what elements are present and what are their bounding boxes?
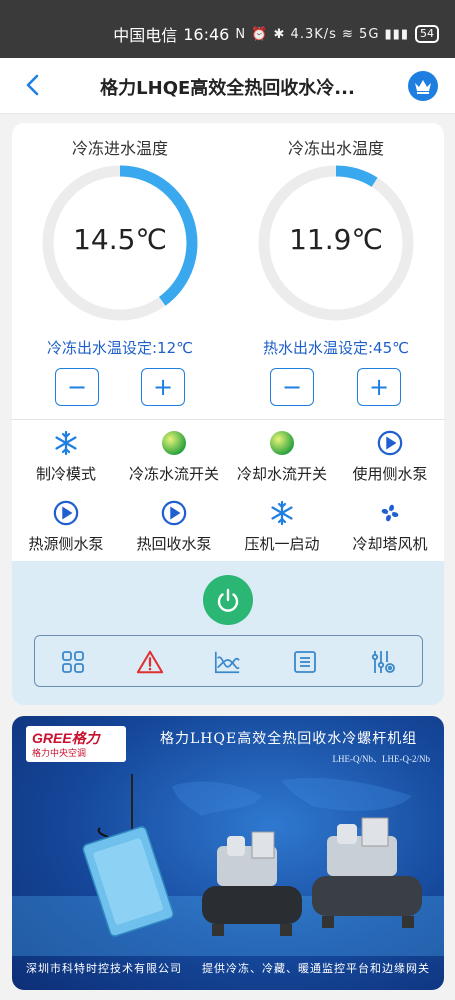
gauge-outlet-temp: 冷冻出水温度 11.9℃ 热水出水温设定:45℃ − +	[228, 123, 444, 423]
banner-title: 格力LHQE高效全热回收水冷螺杆机组	[160, 731, 418, 747]
gauge-value: 11.9℃	[289, 223, 383, 256]
promo-banner[interactable]: GREE格力 格力中央空调 格力LHQE高效全热回收水冷螺杆机组 LHE-Q/N…	[12, 716, 444, 990]
setpoint-hot-water-outlet: 热水出水温设定:45℃	[263, 339, 409, 357]
gauge-label: 冷冻进水温度	[71, 139, 168, 158]
increase-button[interactable]: +	[141, 368, 185, 406]
status-label: 制冷模式	[35, 465, 96, 483]
crown-icon	[415, 80, 431, 94]
status-label: 冷冻水流开关	[128, 465, 219, 483]
status-grid: 制冷模式 冷冻水流开关 冷却水流开关 使用侧水泵 热源侧水泵 热回收水泵 压机一…	[12, 426, 444, 562]
status-label: 冷却水流开关	[236, 465, 327, 483]
toolbar	[34, 635, 423, 687]
status-user-side-pump: 使用侧水泵	[336, 426, 444, 490]
logo-subtext: 格力中央空调	[32, 749, 87, 759]
settings-button[interactable]	[369, 648, 397, 676]
list-icon	[294, 651, 316, 673]
pump-icon	[377, 430, 403, 456]
status-label: 热源侧水泵	[28, 535, 104, 553]
status-label: 使用侧水泵	[352, 465, 428, 483]
divider	[12, 419, 444, 420]
status-heat-recovery-pump: 热回收水泵	[120, 496, 228, 560]
decrease-button[interactable]: −	[55, 368, 99, 406]
status-label: 热回收水泵	[136, 535, 212, 553]
gree-logo: GREE格力 格力中央空调	[26, 726, 126, 762]
control-panel	[12, 561, 444, 705]
page-title: 格力LHQE高效全热回收水冷...	[100, 78, 355, 99]
fan-icon	[377, 500, 403, 526]
power-button[interactable]	[203, 575, 253, 625]
chevron-left-icon	[26, 74, 39, 96]
logo-text: GREE格力	[32, 730, 100, 746]
gauge-value: 14.5℃	[73, 223, 167, 256]
grid-button[interactable]	[59, 648, 87, 676]
trend-button[interactable]	[213, 648, 241, 676]
warning-icon	[136, 650, 164, 674]
grid-icon	[62, 651, 84, 673]
increase-button[interactable]: +	[357, 368, 401, 406]
snowflake-icon	[269, 500, 295, 526]
gauge-inlet-temp: 冷冻进水温度 14.5℃ 冷冻出水温设定:12℃ − +	[12, 123, 228, 423]
list-button[interactable]	[291, 648, 319, 676]
nav-bar: 格力LHQE高效全热回收水冷...	[0, 58, 455, 114]
status-label: 冷却塔风机	[352, 535, 428, 553]
vip-button[interactable]	[408, 71, 438, 101]
green-indicator-icon	[161, 430, 187, 456]
pump-icon	[161, 500, 187, 526]
company-slogan: 提供冷冻、冷藏、暖通监控平台和边缘网关	[202, 962, 430, 975]
back-button[interactable]	[18, 70, 48, 100]
status-chilled-water-flow: 冷冻水流开关	[120, 426, 228, 490]
decrease-button[interactable]: −	[270, 368, 314, 406]
setpoint-chilled-outlet: 冷冻出水温设定:12℃	[47, 339, 193, 357]
carrier-name: 中国电信	[113, 26, 178, 45]
device-card: 冷冻进水温度 14.5℃ 冷冻出水温设定:12℃ − + 冷冻出水温度 11.9…	[12, 123, 444, 705]
status-label: 压机一启动	[244, 535, 320, 553]
status-time: 16:46	[183, 24, 230, 44]
pump-icon	[53, 500, 79, 526]
chiller-illustration	[12, 774, 444, 956]
banner-footer: 深圳市科特时控技术有限公司 提供冷冻、冷藏、暖通监控平台和边缘网关	[26, 960, 430, 976]
status-compressor-1-start: 压机一启动	[228, 496, 336, 560]
power-icon	[217, 588, 239, 612]
status-cooling-water-flow: 冷却水流开关	[228, 426, 336, 490]
settings-sliders-icon	[371, 651, 395, 673]
company-name: 深圳市科特时控技术有限公司	[26, 962, 182, 975]
alarm-button[interactable]	[136, 648, 164, 676]
gauge-label: 冷冻出水温度	[287, 139, 384, 158]
banner-model: LHE-Q/Nb、LHE-Q-2/Nb	[332, 754, 430, 764]
status-heat-source-pump: 热源侧水泵	[12, 496, 120, 560]
status-cooling-mode: 制冷模式	[12, 426, 120, 490]
green-indicator-icon	[269, 430, 295, 456]
status-indicators: N ⏰ ✱ 4.3K/s ≋ 5G ▮▮▮	[235, 26, 409, 42]
status-cooling-tower-fan: 冷却塔风机	[336, 496, 444, 560]
trend-chart-icon	[214, 651, 240, 674]
status-bar: 中国电信 16:46 N ⏰ ✱ 4.3K/s ≋ 5G ▮▮▮ 54	[0, 0, 455, 58]
battery-icon: 54	[415, 25, 439, 43]
snowflake-icon	[53, 430, 79, 456]
status-info: 中国电信 16:46 N ⏰ ✱ 4.3K/s ≋ 5G ▮▮▮ 54	[113, 22, 439, 46]
